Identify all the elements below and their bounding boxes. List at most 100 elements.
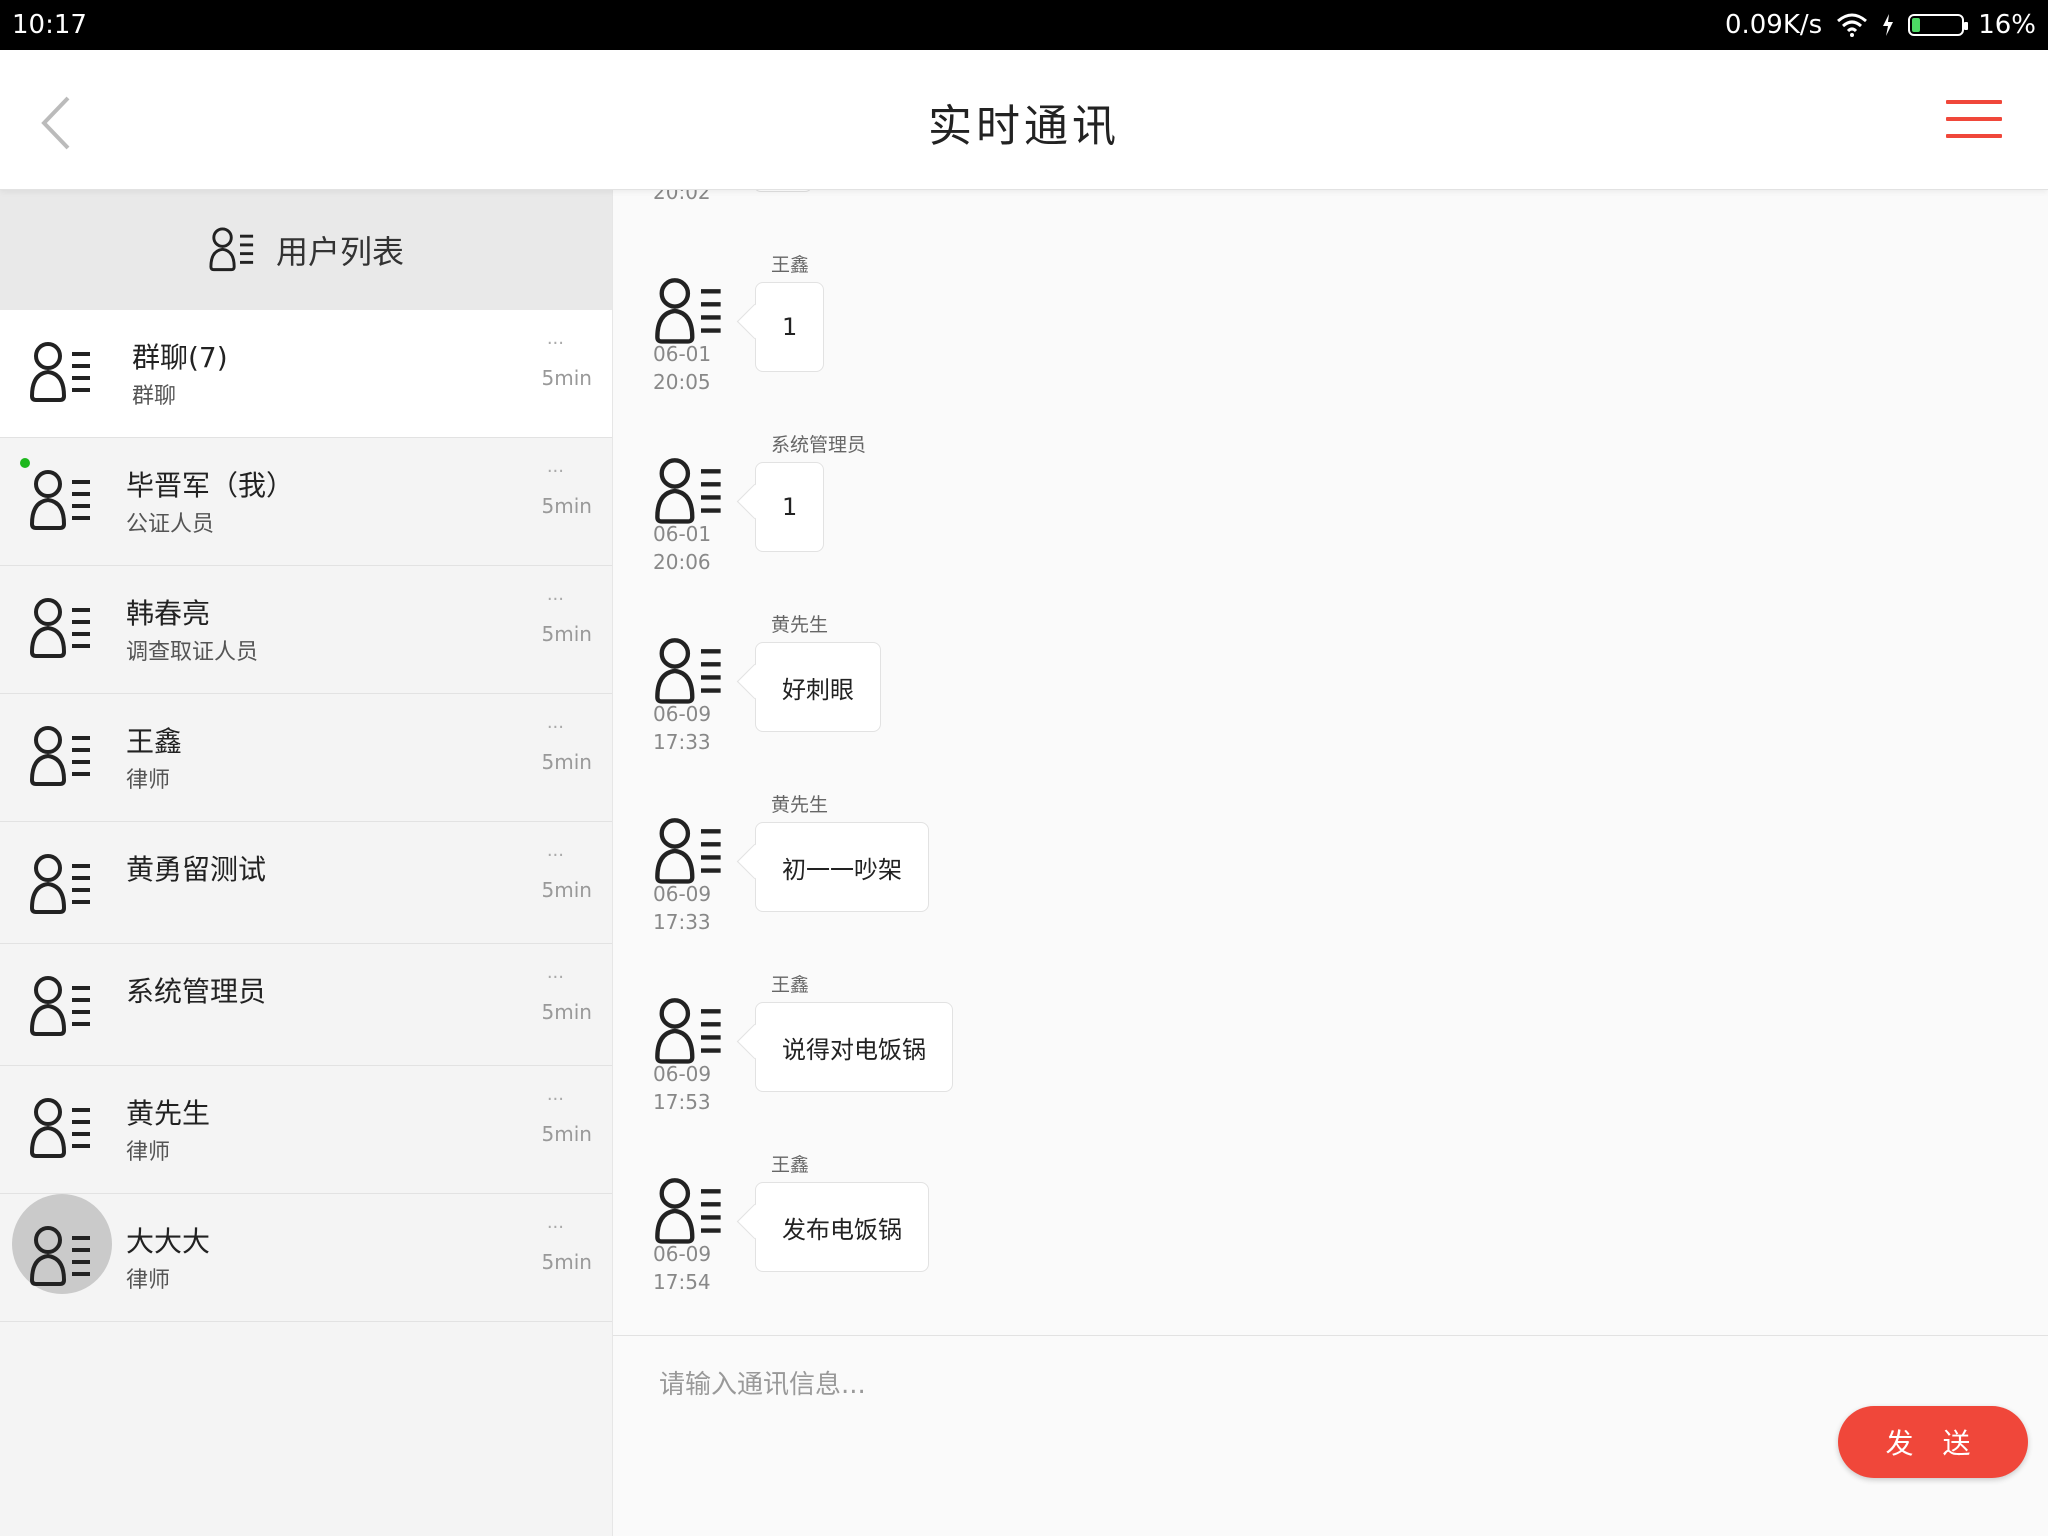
message-date: 06-09 (653, 1062, 712, 1086)
message-time: 17:53 (653, 1090, 711, 1114)
last-active-time: 5min (541, 1250, 592, 1274)
user-row-bijinjun[interactable]: 毕晋军（我） 公证人员 ... 5min (0, 438, 612, 566)
status-bar: 10:17 0.09K/s 16% (0, 0, 2048, 50)
message-bubble: 初一一吵架 (755, 822, 929, 912)
message-input[interactable] (659, 1360, 1759, 1410)
more-dots: ... (546, 584, 564, 605)
wifi-icon (1836, 13, 1868, 37)
message-timestamp: 06-01 20:05 (653, 340, 711, 396)
user-name: 群聊(7) (132, 341, 228, 374)
message-time: 17:33 (653, 730, 711, 754)
user-name: 韩春亮 (126, 597, 211, 630)
chat-message: 06-09 17:33 黄先生 初一一吵架 (653, 790, 1953, 970)
chat-message: 06-01 20:05 王鑫 1 (653, 250, 1953, 430)
send-button[interactable]: 发 送 (1838, 1406, 2028, 1478)
message-bubble-partial (753, 190, 813, 192)
sender-avatar-icon (653, 636, 725, 708)
user-avatar-icon (28, 596, 94, 662)
last-active-time: 5min (541, 750, 592, 774)
chat-message: 06-01 20:06 系统管理员 1 (653, 430, 1953, 610)
message-date: 06-09 (653, 702, 712, 726)
user-role: 律师 (126, 768, 171, 793)
net-speed: 0.09K/s (1724, 10, 1823, 40)
more-dots: ... (546, 456, 564, 477)
menu-icon-line (1946, 117, 2002, 121)
user-row-huangyongliu[interactable]: 黄勇留测试 ... 5min (0, 822, 612, 944)
charging-icon (1882, 14, 1894, 36)
user-name: 毕晋军（我） (126, 469, 295, 502)
message-bubble: 好刺眼 (755, 642, 881, 732)
sender-avatar-icon (653, 456, 725, 528)
status-time: 10:17 (12, 10, 87, 40)
message-timestamp: 06-09 17:33 (653, 880, 711, 936)
menu-icon-line (1946, 134, 2002, 138)
message-timestamp: 06-09 17:53 (653, 1060, 711, 1116)
user-row-dadada[interactable]: 大大大 律师 ... 5min (0, 1194, 612, 1322)
more-dots: ... (546, 328, 564, 349)
message-sender: 黄先生 (771, 794, 829, 816)
user-list-header: 用户列表 (0, 190, 612, 310)
more-dots: ... (546, 1212, 564, 1233)
user-name: 黄先生 (126, 1097, 211, 1130)
last-active-time: 5min (541, 1122, 592, 1146)
user-role: 群聊 (132, 384, 177, 409)
chat-message-area[interactable]: 20:02 06-01 20:05 王鑫 1 06-01 20:06 系统管理员 1… (613, 190, 2048, 1335)
app-header: 实时通讯 (0, 50, 2048, 190)
user-row-wangxin[interactable]: 王鑫 律师 ... 5min (0, 694, 612, 822)
chat-message: 06-09 17:33 黄先生 好刺眼 (653, 610, 1953, 790)
battery-percent: 16% (1978, 10, 2036, 40)
user-role: 律师 (126, 1140, 171, 1165)
last-active-time: 5min (541, 622, 592, 646)
user-name: 黄勇留测试 (126, 853, 267, 886)
user-avatar-icon (28, 724, 94, 790)
last-active-time: 5min (541, 366, 592, 390)
message-time: 17:33 (653, 910, 711, 934)
message-timestamp: 06-09 17:33 (653, 700, 711, 756)
user-row-hanchunliang[interactable]: 韩春亮 调查取证人员 ... 5min (0, 566, 612, 694)
message-date: 06-01 (653, 342, 712, 366)
more-dots: ... (546, 1084, 564, 1105)
sender-avatar-icon (653, 996, 725, 1068)
user-row-huangxiansheng[interactable]: 黄先生 律师 ... 5min (0, 1066, 612, 1194)
message-timestamp: 06-01 20:06 (653, 520, 711, 576)
chat-message: 06-09 17:54 王鑫 发布电饭锅 (653, 1150, 1953, 1330)
more-dots: ... (546, 712, 564, 733)
user-row-group-chat[interactable]: 群聊(7) 群聊 ... 5min (0, 310, 612, 438)
battery-icon (1908, 14, 1969, 36)
sender-avatar-icon (653, 276, 725, 348)
last-active-time: 5min (541, 494, 592, 518)
status-right: 0.09K/s 16% (1725, 10, 2036, 40)
message-sender: 王鑫 (771, 1154, 810, 1176)
message-sender: 黄先生 (771, 614, 829, 636)
user-avatar-icon (28, 1224, 94, 1290)
message-time: 20:06 (653, 550, 711, 574)
user-avatar-icon (28, 1096, 94, 1162)
message-bubble: 说得对电饭锅 (755, 1002, 953, 1092)
message-date: 06-09 (653, 882, 712, 906)
online-indicator (20, 458, 30, 468)
message-bubble: 1 (755, 282, 825, 372)
message-bubble: 发布电饭锅 (755, 1182, 929, 1272)
user-avatar-icon (28, 468, 94, 534)
user-role: 公证人员 (126, 512, 215, 537)
user-name: 王鑫 (126, 725, 183, 758)
last-active-time: 5min (541, 1000, 592, 1024)
menu-button[interactable] (1946, 100, 2002, 142)
user-role: 调查取证人员 (126, 640, 259, 665)
user-avatar-icon (28, 340, 94, 406)
more-dots: ... (546, 962, 564, 983)
page-title: 实时通讯 (928, 101, 1120, 152)
chat-message: 06-09 17:53 王鑫 说得对电饭锅 (653, 970, 1953, 1150)
message-bubble: 1 (755, 462, 825, 552)
menu-icon-line (1946, 100, 2002, 104)
user-name: 大大大 (126, 1225, 211, 1258)
message-sender: 王鑫 (771, 254, 810, 276)
message-date: 06-09 (653, 1242, 712, 1266)
message-time: 17:54 (653, 1270, 711, 1294)
sender-avatar-icon (653, 1176, 725, 1248)
user-list-title: 用户列表 (275, 233, 404, 271)
message-sender: 王鑫 (771, 974, 810, 996)
battery-fill (1912, 18, 1920, 32)
user-name: 系统管理员 (126, 975, 267, 1008)
user-row-sysadmin[interactable]: 系统管理员 ... 5min (0, 944, 612, 1066)
